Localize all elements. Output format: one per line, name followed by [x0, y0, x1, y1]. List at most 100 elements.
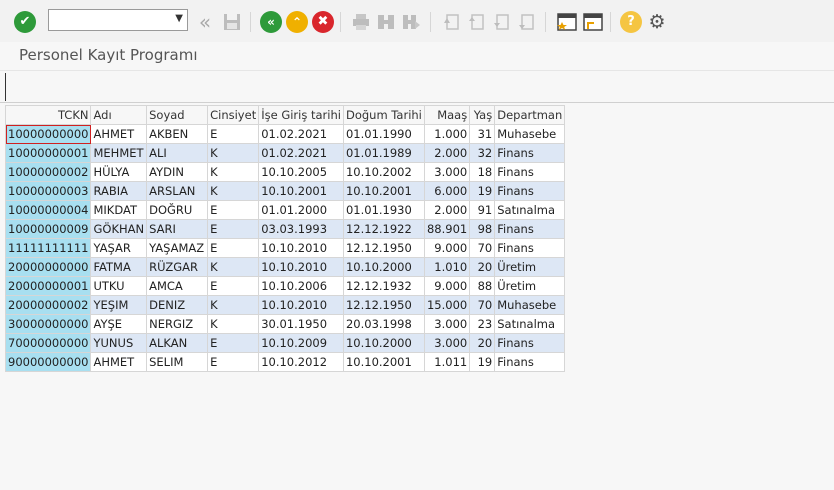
- table-cell-dogum-tarihi[interactable]: 12.12.1950: [342, 238, 425, 258]
- table-cell-adi[interactable]: YEŞIM: [90, 295, 148, 315]
- print-icon[interactable]: [350, 11, 372, 33]
- table-cell-tckn[interactable]: 20000000001: [4, 276, 92, 296]
- table-cell-departman[interactable]: Finans: [494, 219, 566, 239]
- table-cell-yas[interactable]: 23: [469, 314, 496, 334]
- table-cell-cinsiyet[interactable]: E: [207, 238, 260, 258]
- column-header-cinsiyet[interactable]: Cinsiyet: [207, 105, 260, 125]
- column-header-dogum-tarihi[interactable]: Doğum Tarihi: [342, 105, 425, 125]
- settings-gear-icon[interactable]: ⚙: [646, 11, 668, 33]
- table-cell-cinsiyet[interactable]: K: [207, 181, 260, 201]
- table-cell-maas[interactable]: 2.000: [423, 143, 471, 163]
- table-cell-soyad[interactable]: NERGIZ: [146, 314, 209, 334]
- table-cell-departman[interactable]: Finans: [494, 238, 566, 258]
- table-cell-cinsiyet[interactable]: K: [207, 295, 260, 315]
- table-cell-soyad[interactable]: ARSLAN: [146, 181, 209, 201]
- table-cell-departman[interactable]: Finans: [494, 143, 566, 163]
- table-cell-ise-giris[interactable]: 10.10.2005: [258, 162, 344, 182]
- table-cell-departman[interactable]: Muhasebe: [494, 295, 566, 315]
- table-cell-ise-giris[interactable]: 01.01.2000: [258, 200, 344, 220]
- find-icon[interactable]: [375, 11, 397, 33]
- table-cell-maas[interactable]: 1.010: [423, 257, 471, 277]
- table-cell-adi[interactable]: AYŞE: [90, 314, 148, 334]
- table-cell-dogum-tarihi[interactable]: 12.12.1932: [342, 276, 425, 296]
- column-header-ise-giris[interactable]: İşe Giriş tarihi: [258, 105, 344, 125]
- table-cell-dogum-tarihi[interactable]: 01.01.1989: [342, 143, 425, 163]
- table-cell-yas[interactable]: 98: [469, 219, 496, 239]
- table-row[interactable]: 20000000001 UTKU AMCA E 10.10.2006 12.12.1932…: [4, 276, 566, 296]
- table-cell-yas[interactable]: 91: [469, 200, 496, 220]
- cancel-icon[interactable]: ✖: [312, 11, 334, 33]
- table-cell-adi[interactable]: FATMA: [90, 257, 148, 277]
- table-cell-ise-giris[interactable]: 01.02.2021: [258, 143, 344, 163]
- last-page-icon[interactable]: [515, 11, 537, 33]
- table-cell-adi[interactable]: AHMET: [90, 124, 148, 144]
- table-cell-dogum-tarihi[interactable]: 01.01.1930: [342, 200, 425, 220]
- table-cell-tckn[interactable]: 10000000009: [4, 219, 92, 239]
- table-cell-dogum-tarihi[interactable]: 10.10.2000: [342, 333, 425, 353]
- table-cell-soyad[interactable]: AMCA: [146, 276, 209, 296]
- table-cell-maas[interactable]: 9.000: [423, 238, 471, 258]
- table-cell-ise-giris[interactable]: 10.10.2012: [258, 352, 344, 372]
- table-row[interactable]: 10000000004 MIKDAT DOĞRU E 01.01.2000 01.01.1…: [4, 200, 566, 220]
- table-cell-maas[interactable]: 3.000: [423, 314, 471, 334]
- table-cell-tckn[interactable]: 10000000002: [4, 162, 92, 182]
- back-icon[interactable]: «: [260, 11, 282, 33]
- table-cell-ise-giris[interactable]: 10.10.2010: [258, 295, 344, 315]
- table-cell-maas[interactable]: 3.000: [423, 333, 471, 353]
- column-header-soyad[interactable]: Soyad: [146, 105, 209, 125]
- table-cell-dogum-tarihi[interactable]: 12.12.1950: [342, 295, 425, 315]
- table-cell-ise-giris[interactable]: 03.03.1993: [258, 219, 344, 239]
- table-cell-cinsiyet[interactable]: E: [207, 333, 260, 353]
- table-row[interactable]: 20000000000 FATMA RÜZGAR K 10.10.2010 10.10.2…: [4, 257, 566, 277]
- table-cell-departman[interactable]: Satınalma: [494, 200, 566, 220]
- table-cell-soyad[interactable]: AKBEN: [146, 124, 209, 144]
- table-cell-departman[interactable]: Finans: [494, 352, 566, 372]
- find-next-icon[interactable]: [400, 11, 422, 33]
- column-header-yas[interactable]: Yaş: [469, 105, 496, 125]
- table-row[interactable]: 30000000000 AYŞE NERGIZ K 30.01.1950 20.03.19…: [4, 314, 566, 334]
- table-cell-yas[interactable]: 18: [469, 162, 496, 182]
- table-cell-departman[interactable]: Finans: [494, 162, 566, 182]
- table-cell-maas[interactable]: 1.000: [423, 124, 471, 144]
- enter-check-icon[interactable]: ✔: [14, 11, 36, 33]
- table-cell-maas[interactable]: 6.000: [423, 181, 471, 201]
- table-cell-tckn[interactable]: 20000000002: [4, 295, 92, 315]
- table-cell-dogum-tarihi[interactable]: 10.10.2001: [342, 352, 425, 372]
- previous-page-icon[interactable]: [465, 11, 487, 33]
- table-row[interactable]: 10000000000 AHMET AKBEN E 01.02.2021 01.01.19…: [4, 124, 566, 144]
- table-cell-ise-giris[interactable]: 10.10.2009: [258, 333, 344, 353]
- table-cell-departman[interactable]: Finans: [494, 333, 566, 353]
- table-row[interactable]: 10000000003 RABIA ARSLAN K 10.10.2001 10.10.2…: [4, 181, 566, 201]
- table-cell-departman[interactable]: Finans: [494, 181, 566, 201]
- help-icon[interactable]: ?: [620, 11, 642, 33]
- table-cell-ise-giris[interactable]: 30.01.1950: [258, 314, 344, 334]
- table-cell-adi[interactable]: YUNUS: [90, 333, 148, 353]
- table-cell-tckn[interactable]: 11111111111: [4, 238, 92, 258]
- column-header-adi[interactable]: Adı: [90, 105, 148, 125]
- table-cell-tckn[interactable]: 70000000000: [4, 333, 92, 353]
- table-cell-yas[interactable]: 70: [469, 295, 496, 315]
- create-shortcut-icon[interactable]: [582, 11, 604, 33]
- table-cell-maas[interactable]: 15.000: [423, 295, 471, 315]
- table-cell-maas[interactable]: 88.901: [423, 219, 471, 239]
- table-cell-yas[interactable]: 19: [469, 352, 496, 372]
- table-cell-dogum-tarihi[interactable]: 10.10.2000: [342, 257, 425, 277]
- table-cell-adi[interactable]: MEHMET: [90, 143, 148, 163]
- table-cell-soyad[interactable]: DENIZ: [146, 295, 209, 315]
- table-cell-cinsiyet[interactable]: K: [207, 143, 260, 163]
- new-session-icon[interactable]: [556, 11, 578, 33]
- table-cell-adi[interactable]: HÜLYA: [90, 162, 148, 182]
- table-cell-yas[interactable]: 31: [469, 124, 496, 144]
- table-cell-dogum-tarihi[interactable]: 10.10.2001: [342, 181, 425, 201]
- table-row[interactable]: 10000000002 HÜLYA AYDIN K 10.10.2005 10.10.20…: [4, 162, 566, 182]
- exit-icon[interactable]: ⌃: [286, 11, 308, 33]
- table-row[interactable]: 70000000000 YUNUS ALKAN E 10.10.2009 10.10.20…: [4, 333, 566, 353]
- table-cell-ise-giris[interactable]: 10.10.2010: [258, 257, 344, 277]
- table-cell-dogum-tarihi[interactable]: 12.12.1922: [342, 219, 425, 239]
- table-cell-ise-giris[interactable]: 01.02.2021: [258, 124, 344, 144]
- table-cell-soyad[interactable]: SARI: [146, 219, 209, 239]
- table-cell-tckn[interactable]: 90000000000: [4, 352, 92, 372]
- table-cell-tckn[interactable]: 10000000004: [4, 200, 92, 220]
- table-cell-yas[interactable]: 70: [469, 238, 496, 258]
- table-cell-adi[interactable]: AHMET: [90, 352, 148, 372]
